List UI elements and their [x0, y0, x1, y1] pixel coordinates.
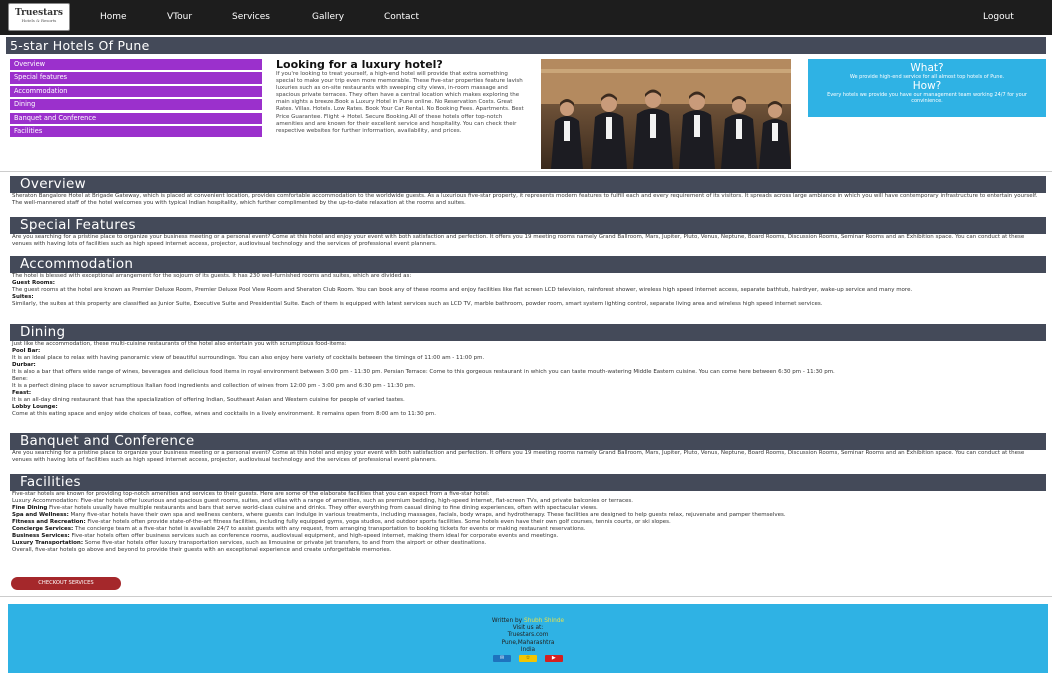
checkout-services-button[interactable]: CHECKOUT SERVICES [11, 577, 121, 590]
top-navbar: Truestars Hotels & Resorts Home VTour Se… [0, 0, 1052, 35]
menu-item-overview[interactable]: Overview [10, 59, 262, 71]
section-menu: Overview Special features Accommodation … [10, 59, 262, 139]
facility-transport-text: Some five-star hotels offer luxury trans… [83, 540, 487, 546]
durbar-text: It is also a bar that offers wide range … [12, 369, 835, 375]
facility-concierge-label: Concierge Services: [12, 526, 74, 532]
dining-section: Dining Just like the accommodation, thes… [10, 324, 1046, 418]
overview-text: Sheraton Bangalore Hotel at Brigade Gate… [12, 193, 1038, 206]
special-features-text: Are you searching for a pristine place t… [12, 234, 1025, 247]
how-text: Every hotels we provide you have our man… [827, 92, 1027, 105]
special-features-section: Special Features Are you searching for a… [10, 217, 1046, 248]
menu-item-banquet[interactable]: Banquet and Conference [10, 112, 262, 124]
nav-gallery-link[interactable]: Gallery [312, 11, 344, 23]
mail-icon[interactable]: ✉ [493, 655, 512, 663]
footer-author-link[interactable]: Shubh Shinde [524, 618, 564, 624]
menu-item-dining[interactable]: Dining [10, 99, 262, 111]
accommodation-heading: Accommodation [10, 256, 1046, 273]
intro-block: Looking for a luxury hotel? If you're lo… [276, 58, 528, 135]
lobby-lounge-text: Come at this eating space and enjoy wide… [12, 411, 437, 417]
nav-contact-link[interactable]: Contact [384, 11, 419, 23]
guest-rooms-label: Guest Rooms: [12, 280, 55, 286]
facilities-heading: Facilities [10, 474, 1046, 491]
facility-fine-dining-text: Five-star hotels usually have multiple r… [47, 505, 598, 511]
footer-country: India [520, 646, 536, 653]
menu-item-facilities[interactable]: Facilities [10, 125, 262, 138]
bene-text: It is a perfect dining place to savor sc… [12, 383, 416, 389]
youtube-icon[interactable]: ▶ [544, 655, 563, 663]
site-logo[interactable]: Truestars Hotels & Resorts [8, 3, 70, 31]
facility-transport-label: Luxury Transportation: [12, 540, 84, 546]
footer: Written by Shubh Shinde Visit us at: Tru… [8, 604, 1048, 673]
nav-services-link[interactable]: Services [232, 11, 270, 23]
facilities-section: Facilities Five-star hotels are known fo… [10, 474, 1046, 554]
menu-item-special-features[interactable]: Special features [10, 72, 262, 84]
accommodation-intro: The hotel is blessed with exceptional ar… [12, 273, 412, 279]
facility-business-text: Five-star hotels often offer business se… [69, 533, 559, 539]
suites-label: Suites: [12, 294, 34, 300]
footer-written-by: Written by [491, 618, 524, 624]
guest-rooms-text: The guest rooms at the hotel are known a… [12, 287, 913, 293]
page-title-bar: 5-star Hotels Of Pune [6, 37, 1046, 54]
bene-label: Bene: [12, 376, 28, 382]
overview-heading: Overview [10, 176, 1046, 193]
footer-divider [0, 596, 1052, 597]
facility-fitness-label: Fitness and Recreation: [12, 519, 86, 525]
star-icon[interactable]: ☆ [519, 655, 537, 663]
facilities-intro: Five-star hotels are known for providing… [12, 491, 490, 497]
facility-spa-text: Many five-star hotels have their own spa… [68, 512, 786, 518]
facility-spa-label: Spa and Wellness: [12, 512, 69, 518]
banquet-text: Are you searching for a pristine place t… [12, 450, 1025, 463]
what-how-box: What? We provide high-end service for al… [808, 59, 1046, 117]
facilities-overall: Overall, five-star hotels go above and b… [12, 547, 392, 553]
pool-bar-text: It is an ideal place to relax with havin… [12, 355, 485, 361]
menu-item-accommodation[interactable]: Accommodation [10, 85, 262, 97]
facility-fitness-text: Five-star hotels often provide state-of-… [85, 519, 671, 525]
facility-business-label: Business Services: [12, 533, 70, 539]
hotel-staff-image [541, 59, 791, 169]
suites-text: Similarly, the suites at this property a… [12, 301, 823, 307]
pool-bar-label: Pool Bar: [12, 348, 41, 354]
banquet-section: Banquet and Conference Are you searching… [10, 433, 1046, 464]
feast-text: It is an all-day dining restaurant that … [12, 397, 405, 403]
lobby-lounge-label: Lobby Lounge: [12, 404, 58, 410]
nav-home-link[interactable]: Home [100, 11, 127, 23]
nav-logout-link[interactable]: Logout [983, 11, 1014, 23]
footer-site-link[interactable]: Truestars.com [8, 632, 1048, 639]
what-title: What? [910, 62, 944, 74]
dining-heading: Dining [10, 324, 1046, 341]
page-title: 5-star Hotels Of Pune [10, 38, 150, 53]
intro-heading: Looking for a luxury hotel? [276, 58, 443, 71]
logo-subtitle: Hotels & Resorts [21, 18, 57, 23]
banquet-heading: Banquet and Conference [10, 433, 1046, 450]
durbar-label: Durbar: [12, 362, 36, 368]
footer-city: Pune,Maharashtra [501, 639, 555, 646]
dining-intro: Just like the accommodation, these multi… [12, 341, 347, 347]
accommodation-section: Accommodation The hotel is blessed with … [10, 256, 1046, 308]
intro-text: If you're looking to treat yourself, a h… [276, 71, 524, 134]
how-title: How? [912, 80, 942, 93]
logo-title: Truestars [15, 8, 63, 18]
hotel-staff-illustration [541, 59, 791, 169]
divider [0, 171, 1052, 172]
overview-section: Overview Sheraton Bangalore Hotel at Bri… [10, 176, 1046, 207]
facility-concierge-text: The concierge team at a five-star hotel … [73, 526, 586, 532]
feast-label: Feast: [12, 390, 32, 396]
facility-luxury: Luxury Accommodation: Five-star hotels o… [12, 498, 633, 504]
nav-vtour-link[interactable]: VTour [167, 11, 192, 23]
facility-fine-dining-label: Fine Dining [12, 505, 48, 511]
footer-visit-label: Visit us at: [512, 625, 544, 632]
special-features-heading: Special Features [10, 217, 1046, 234]
